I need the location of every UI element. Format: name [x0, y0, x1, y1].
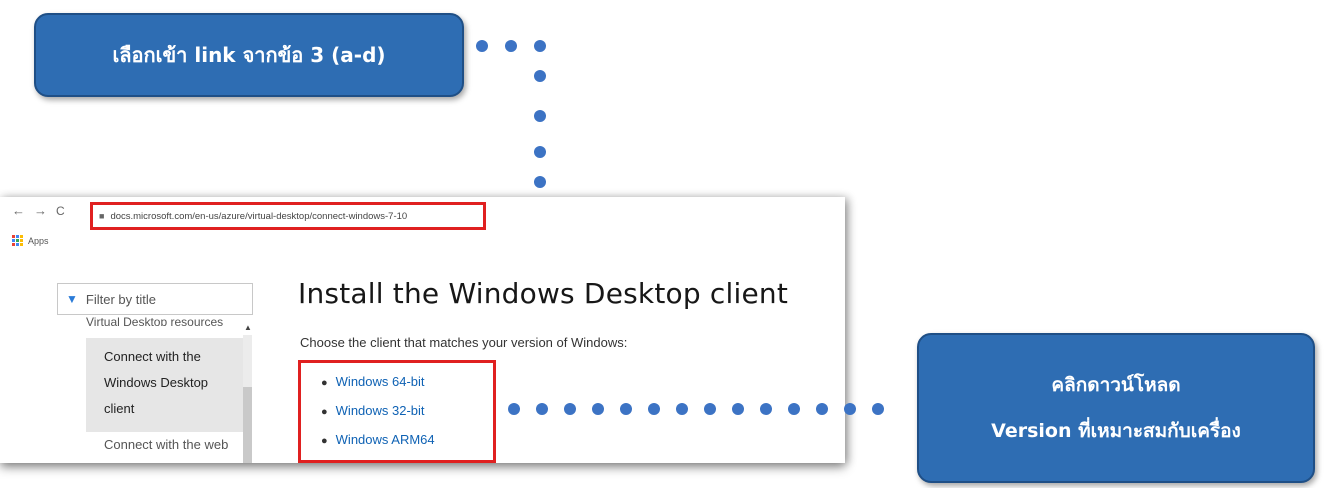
- page-title: Install the Windows Desktop client: [298, 277, 789, 310]
- address-bar[interactable]: ■ docs.microsoft.com/en-us/azure/virtual…: [90, 202, 486, 230]
- sidebar-active-line-1: Connect with the: [104, 349, 201, 364]
- back-arrow-icon[interactable]: ←: [12, 204, 25, 218]
- sidebar-scrollbar-thumb[interactable]: [243, 387, 252, 463]
- callout-download-line-1: คลิกดาวน์โหลด: [1051, 374, 1181, 396]
- address-bar-url: docs.microsoft.com/en-us/azure/virtual-d…: [110, 210, 408, 222]
- sidebar-active-line-2: Windows Desktop: [104, 375, 209, 390]
- callout-download-version: คลิกดาวน์โหลด Version ที่เหมาะสมกับเครื่…: [917, 333, 1315, 483]
- callout-select-link: เลือกเข้า link จากข้อ 3 (a-d): [34, 13, 464, 97]
- bookmarks-apps[interactable]: Apps: [12, 235, 49, 246]
- apps-label: Apps: [28, 235, 49, 246]
- caret-up-icon[interactable]: ▲: [244, 323, 252, 332]
- link-windows-32-bit[interactable]: ● Windows 32-bit: [321, 403, 425, 418]
- sidebar-item-connect-web-client[interactable]: Connect with the web: [104, 433, 228, 457]
- sidebar-active-line-3: client: [104, 401, 135, 416]
- filter-icon: ▼: [66, 292, 78, 306]
- download-links-highlight: ● Windows 64-bit ● Windows 32-bit ● Windows…: [298, 360, 496, 463]
- link-windows-arm64[interactable]: ● Windows ARM64: [321, 432, 435, 447]
- filter-input[interactable]: ▼ Filter by title: [57, 283, 253, 315]
- browser-screenshot: ← → C ■ docs.microsoft.com/en-us/azure/v…: [0, 197, 845, 463]
- page-description: Choose the client that matches your vers…: [300, 335, 628, 350]
- reload-icon[interactable]: C: [56, 204, 65, 218]
- lock-icon: ■: [99, 211, 105, 221]
- sidebar-item-virtual-desktop-resources[interactable]: Virtual Desktop resources: [86, 312, 246, 326]
- callout-select-link-text: เลือกเข้า link จากข้อ 3 (a-d): [112, 43, 386, 67]
- sidebar-item-connect-web-client-line-2[interactable]: client: [104, 457, 134, 463]
- callout-download-line-2: Version ที่เหมาะสมกับเครื่อง: [991, 420, 1241, 442]
- apps-grid-icon: [12, 235, 23, 246]
- link-windows-64-bit[interactable]: ● Windows 64-bit: [321, 374, 425, 389]
- browser-toolbar: ← → C ■ docs.microsoft.com/en-us/azure/v…: [0, 197, 845, 230]
- forward-arrow-icon[interactable]: →: [34, 204, 47, 218]
- filter-placeholder: Filter by title: [85, 291, 156, 307]
